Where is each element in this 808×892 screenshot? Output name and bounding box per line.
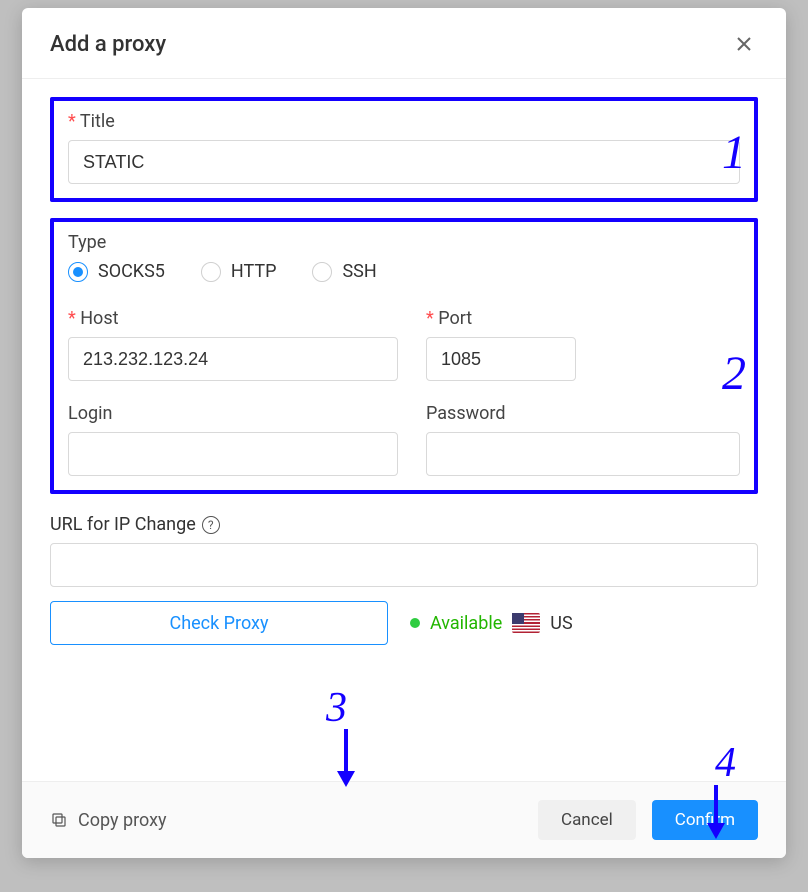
radio-socks5-label: SOCKS5 <box>98 261 165 282</box>
annotation-2: 2 <box>722 346 746 401</box>
close-icon <box>734 34 754 54</box>
radio-ssh-label: SSH <box>342 261 376 282</box>
title-input[interactable] <box>68 140 740 184</box>
copy-icon <box>50 811 68 829</box>
status-dot-icon <box>410 618 420 628</box>
password-label: Password <box>426 403 740 424</box>
radio-http[interactable]: HTTP <box>201 261 277 282</box>
annotation-1: 1 <box>722 125 746 180</box>
title-label: Title <box>68 111 740 132</box>
arrow-4-icon <box>704 785 728 845</box>
radio-dot-icon <box>312 262 332 282</box>
url-change-row: URL for IP Change ? <box>50 514 758 587</box>
modal-header: Add a proxy <box>22 8 786 79</box>
close-button[interactable] <box>730 30 758 58</box>
type-radio-group: SOCKS5 HTTP SSH <box>68 261 740 282</box>
copy-proxy-label: Copy proxy <box>78 810 167 831</box>
check-proxy-row: Check Proxy Available US <box>50 601 758 645</box>
host-input[interactable] <box>68 337 398 381</box>
radio-http-label: HTTP <box>231 261 277 282</box>
radio-socks5[interactable]: SOCKS5 <box>68 261 165 282</box>
url-change-input[interactable] <box>50 543 758 587</box>
password-input[interactable] <box>426 432 740 476</box>
cancel-label: Cancel <box>561 810 613 830</box>
annotation-3: 3 <box>326 684 347 732</box>
radio-dot-icon <box>68 262 88 282</box>
add-proxy-modal: Add a proxy Title 1 Type SOCKS5 <box>22 8 786 858</box>
section-connection-highlight: Type SOCKS5 HTTP SSH <box>50 218 758 494</box>
login-input[interactable] <box>68 432 398 476</box>
status-country: US <box>550 613 572 634</box>
radio-ssh[interactable]: SSH <box>312 261 376 282</box>
cancel-button[interactable]: Cancel <box>538 800 636 840</box>
annotation-4: 4 <box>715 739 736 787</box>
proxy-status: Available US <box>410 613 573 634</box>
login-label: Login <box>68 403 398 424</box>
copy-proxy-button[interactable]: Copy proxy <box>50 810 167 831</box>
port-input[interactable] <box>426 337 576 381</box>
section-title-highlight: Title 1 <box>50 97 758 202</box>
modal-title: Add a proxy <box>50 32 166 57</box>
url-change-label: URL for IP Change <box>50 514 196 535</box>
check-proxy-button[interactable]: Check Proxy <box>50 601 388 645</box>
modal-body: Title 1 Type SOCKS5 HTTP <box>22 79 786 781</box>
login-pass-row: Login Password <box>68 403 740 476</box>
host-port-row: Host Port <box>68 308 740 381</box>
status-text: Available <box>430 613 502 634</box>
radio-dot-icon <box>201 262 221 282</box>
us-flag-icon <box>512 613 540 633</box>
modal-footer: Copy proxy Cancel Confirm <box>22 781 786 858</box>
port-label: Port <box>426 308 576 329</box>
type-label: Type <box>68 232 740 253</box>
host-label: Host <box>68 308 398 329</box>
arrow-3-icon <box>334 729 358 793</box>
check-proxy-label: Check Proxy <box>170 613 269 634</box>
help-icon[interactable]: ? <box>202 516 220 534</box>
